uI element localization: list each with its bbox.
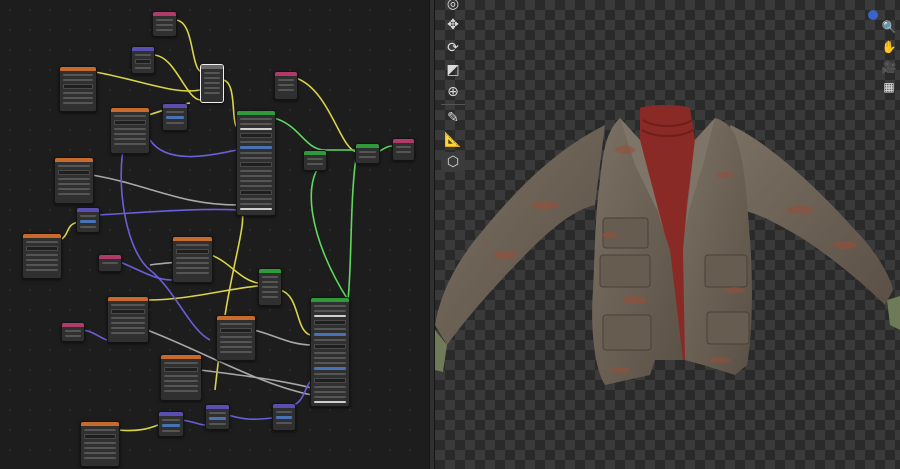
shader-node[interactable] (216, 315, 256, 361)
wire (94, 71, 201, 92)
wire (377, 145, 393, 153)
wire (253, 329, 313, 346)
shader-node[interactable] (22, 233, 62, 279)
rotate-icon[interactable]: ⟳ (441, 38, 465, 58)
wire (117, 424, 159, 432)
grid-view-icon[interactable]: ▦ (879, 77, 899, 97)
shader-node[interactable] (162, 103, 188, 131)
camera-icon[interactable]: 🎥 (879, 57, 899, 77)
shader-node[interactable] (172, 236, 213, 283)
shader-node[interactable] (61, 322, 85, 342)
wire (279, 289, 311, 336)
annotate-icon[interactable]: ✎ (441, 108, 465, 128)
transform-icon[interactable]: ⊕ (441, 82, 465, 102)
wire (347, 157, 357, 301)
wire (181, 419, 206, 426)
hand-pan-icon[interactable]: ✋ (879, 37, 899, 57)
toolbar-separator (441, 104, 465, 105)
zoom-icon[interactable]: 🔍 (879, 17, 899, 37)
wire (152, 54, 201, 101)
shader-node[interactable] (258, 268, 282, 306)
shader-node[interactable] (160, 354, 202, 401)
shader-node[interactable] (152, 11, 177, 37)
shader-node-editor[interactable] (0, 0, 429, 469)
measure-icon[interactable]: 📐 (441, 130, 465, 150)
shader-node[interactable] (80, 421, 120, 467)
shader-node[interactable] (200, 64, 224, 103)
shader-node[interactable] (76, 207, 100, 233)
wire (97, 208, 239, 216)
wire (146, 285, 259, 301)
shader-node[interactable] (355, 143, 380, 164)
shader-node[interactable] (274, 71, 298, 100)
wire (174, 19, 203, 73)
shader-node[interactable] (110, 107, 150, 154)
principled-bsdf-node[interactable] (236, 110, 276, 216)
wire (310, 159, 349, 301)
shader-node[interactable] (107, 296, 149, 343)
add-cube-icon[interactable]: ⬡ (441, 152, 465, 172)
shader-node[interactable] (303, 150, 327, 171)
scale-icon[interactable]: ◩ (441, 60, 465, 80)
wire (227, 414, 273, 421)
wire (149, 139, 239, 158)
wire (82, 329, 108, 341)
shader-node[interactable] (205, 404, 230, 430)
shader-node[interactable] (59, 66, 97, 112)
shader-node[interactable] (272, 403, 296, 431)
cursor-icon[interactable]: ◎ (441, 0, 465, 14)
wire (210, 254, 259, 284)
material-output-node[interactable] (392, 138, 415, 161)
wire (273, 117, 357, 151)
shader-node[interactable] (131, 46, 155, 74)
3d-viewport[interactable] (435, 0, 900, 469)
wire (91, 174, 239, 206)
principled-bsdf-node[interactable] (310, 297, 350, 407)
shader-node[interactable] (158, 411, 184, 437)
move-icon[interactable]: ✥ (441, 15, 465, 35)
shader-node[interactable] (54, 157, 94, 204)
shader-node[interactable] (98, 254, 122, 272)
jacket-model[interactable] (435, 0, 900, 469)
wire (119, 261, 173, 281)
